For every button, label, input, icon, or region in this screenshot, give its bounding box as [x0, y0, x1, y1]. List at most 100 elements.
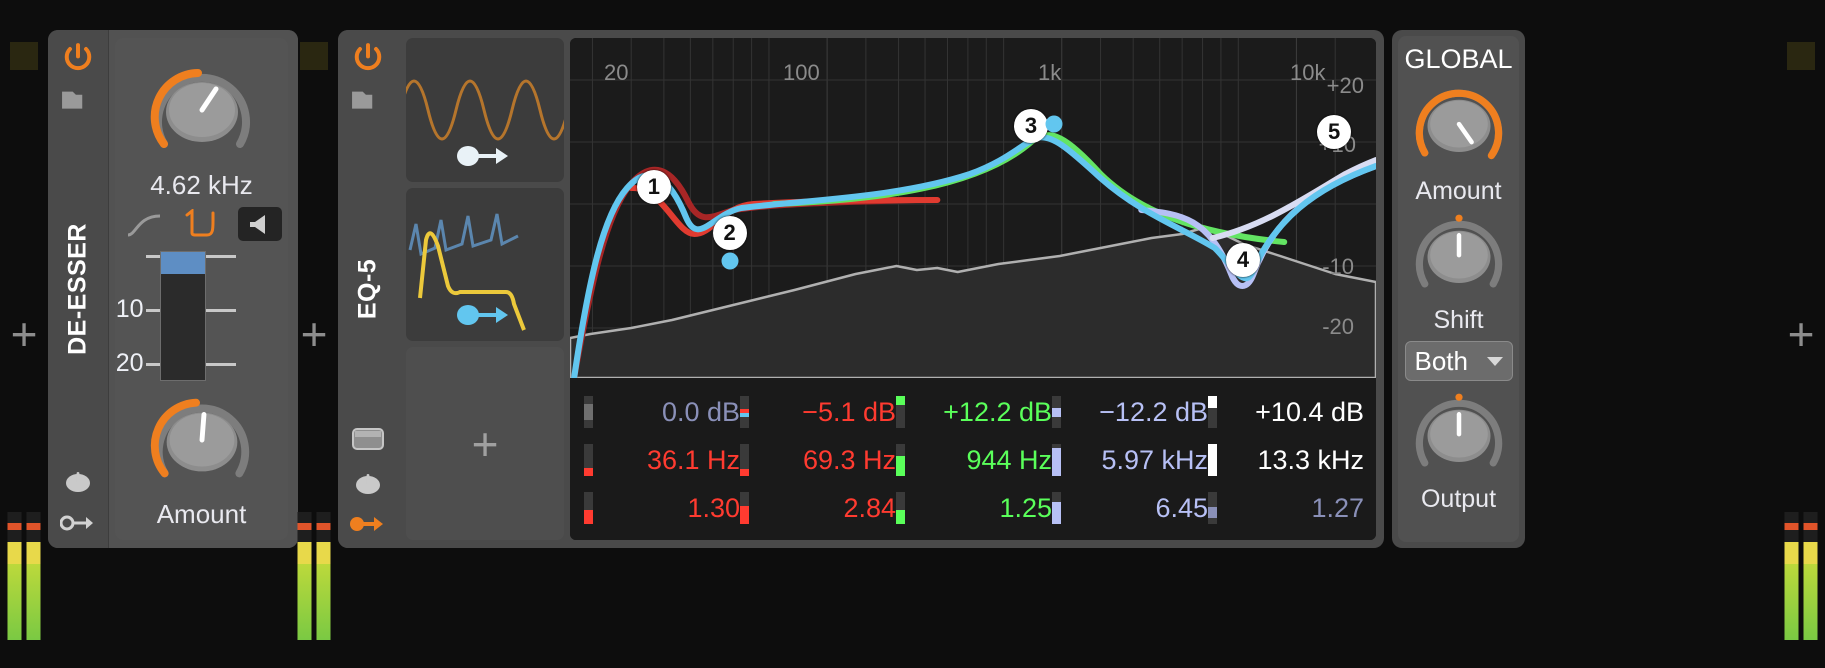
meters-middle [297, 512, 331, 640]
band-gain[interactable]: 0.0 dB [584, 388, 740, 436]
band-frequency-value: 5.97 kHz [1101, 444, 1208, 475]
band-gain[interactable]: −5.1 dB [740, 388, 896, 436]
right-side-rail: + [1777, 0, 1825, 668]
knob-icon[interactable] [63, 466, 93, 496]
band-gain-value: −5.1 dB [802, 396, 896, 427]
global-shift-knob[interactable]: Shift [1405, 210, 1513, 335]
slot-indicator-middle [300, 42, 328, 70]
de-esser-frequency-knob[interactable]: 4.62 kHz [142, 56, 262, 201]
output-meters-right [1784, 512, 1818, 640]
eq-node-4[interactable]: 4 [1226, 242, 1260, 277]
band-gain-value: 0.0 dB [661, 396, 740, 427]
meter-bar [1784, 512, 1799, 640]
band-q-value: 1.27 [1311, 492, 1364, 523]
band-gain[interactable]: +10.4 dB [1208, 388, 1364, 436]
folder-icon[interactable] [61, 86, 95, 112]
eq-handle-3[interactable] [1045, 115, 1063, 133]
power-icon[interactable] [353, 42, 383, 72]
band-frequency[interactable]: 69.3 Hz [740, 436, 896, 484]
notch-shape-icon[interactable] [180, 207, 224, 241]
global-output-label: Output [1420, 485, 1497, 513]
de-esser-gain-reduction-meter: 10 20 [112, 251, 292, 381]
add-module-button-right[interactable]: + [1788, 311, 1815, 357]
freq-tick-20: 20 [604, 60, 629, 85]
band-q-value: 1.25 [999, 492, 1052, 523]
eq5-module: EQ-5 + 20 100 1k 10k +20 -10 -20 1 2 3 4… [338, 30, 1384, 548]
global-output-knob[interactable]: Output [1405, 389, 1513, 514]
de-esser-frequency-value: 4.62 kHz [150, 170, 253, 200]
routing-arrow-icon[interactable] [349, 514, 387, 534]
plugin-window: + DE-ESSER 4.62 kHz 10 20 Amount + EQ-5 … [0, 0, 1825, 668]
band-q-value: 1.30 [687, 492, 740, 523]
middle-side-rail: + [290, 0, 338, 668]
db-tick-minus10: -10 [1322, 254, 1354, 279]
eq-node-5[interactable]: 5 [1317, 114, 1352, 149]
global-amount-knob[interactable]: Amount [1405, 77, 1513, 206]
meter-bar [1803, 512, 1818, 640]
input-meters-left [7, 512, 41, 640]
band-frequency[interactable]: 13.3 kHz [1208, 436, 1364, 484]
add-module-slot[interactable]: + [406, 347, 564, 540]
eq-curve-plot[interactable]: 20 100 1k 10k +20 +10 -10 -20 1 2 3 4 5 [570, 38, 1376, 378]
freq-tick-10k: 10k [1290, 60, 1326, 85]
band-gain-value: −12.2 dB [1099, 396, 1208, 427]
meter-bar [26, 512, 41, 640]
de-esser-body: 4.62 kHz 10 20 Amount [108, 30, 298, 548]
add-module-button-middle[interactable]: + [301, 311, 328, 357]
de-esser-title: DE-ESSER [63, 223, 92, 355]
knob-icon[interactable] [353, 468, 383, 498]
chevron-down-icon [1486, 356, 1503, 366]
band-q[interactable]: 1.27 [1208, 484, 1364, 532]
eq-display: 20 100 1k 10k +20 +10 -10 -20 1 2 3 4 5 [570, 38, 1376, 540]
de-esser-rail: DE-ESSER [48, 30, 108, 548]
band-frequency[interactable]: 36.1 Hz [584, 436, 740, 484]
band-gain[interactable]: +12.2 dB [896, 388, 1052, 436]
band-frequency-value: 69.3 Hz [802, 444, 896, 475]
freq-tick-1k: 1k [1038, 60, 1062, 85]
channel-mode-value: Both [1414, 345, 1469, 376]
band-q[interactable]: 2.84 [740, 484, 896, 532]
band-gain-value: +10.4 dB [1255, 396, 1364, 427]
meter-fill [160, 252, 205, 274]
slot-indicator-right [1787, 42, 1815, 70]
eq-node-3[interactable]: 3 [1014, 108, 1049, 143]
eq-node-2[interactable]: 2 [712, 215, 747, 250]
envelope-waveform-thumbnail[interactable] [406, 188, 564, 341]
band-gain[interactable]: −12.2 dB [1052, 388, 1208, 436]
band-q[interactable]: 1.25 [896, 484, 1052, 532]
band-frequency-value: 36.1 Hz [646, 444, 740, 475]
eq5-module-strip: + [398, 30, 570, 548]
sidechain-key-icon[interactable] [60, 512, 96, 534]
band-frequency-value: 13.3 kHz [1257, 444, 1364, 475]
plus-icon: + [471, 417, 499, 470]
band-q-value: 2.84 [843, 492, 896, 523]
band-q[interactable]: 6.45 [1052, 484, 1208, 532]
global-shift-label: Shift [1433, 306, 1484, 334]
eq-node-1[interactable]: 1 [636, 170, 671, 205]
slot-indicator-left [10, 42, 38, 70]
de-esser-amount-label: Amount [156, 499, 247, 529]
speaker-icon[interactable] [237, 207, 282, 241]
blue-arrow-icon [456, 304, 514, 331]
de-esser-amount-knob[interactable]: Amount [142, 387, 262, 530]
channel-mode-dropdown[interactable]: Both [1404, 341, 1513, 381]
global-amount-label: Amount [1415, 177, 1502, 205]
power-icon[interactable] [63, 42, 93, 72]
meter-bar [297, 512, 312, 640]
band-frequency[interactable]: 944 Hz [896, 436, 1052, 484]
global-module: GLOBAL Amount Shift Both Output [1392, 30, 1525, 548]
eq-handle-2[interactable] [721, 252, 739, 270]
band-frequency[interactable]: 5.97 kHz [1052, 436, 1208, 484]
window-icon[interactable] [351, 426, 385, 452]
sine-waveform-thumbnail[interactable] [406, 38, 564, 182]
meter-track[interactable] [159, 251, 206, 381]
meter-bar [316, 512, 331, 640]
db-tick-plus20: +20 [1326, 73, 1364, 98]
white-arrow-icon [456, 145, 514, 172]
curve-shape-icon[interactable] [122, 207, 166, 241]
band-gain-value: +12.2 dB [943, 396, 1052, 427]
eq5-title: EQ-5 [353, 258, 382, 320]
add-module-button-left[interactable]: + [11, 311, 38, 357]
band-q[interactable]: 1.30 [584, 484, 740, 532]
folder-icon[interactable] [351, 86, 385, 112]
